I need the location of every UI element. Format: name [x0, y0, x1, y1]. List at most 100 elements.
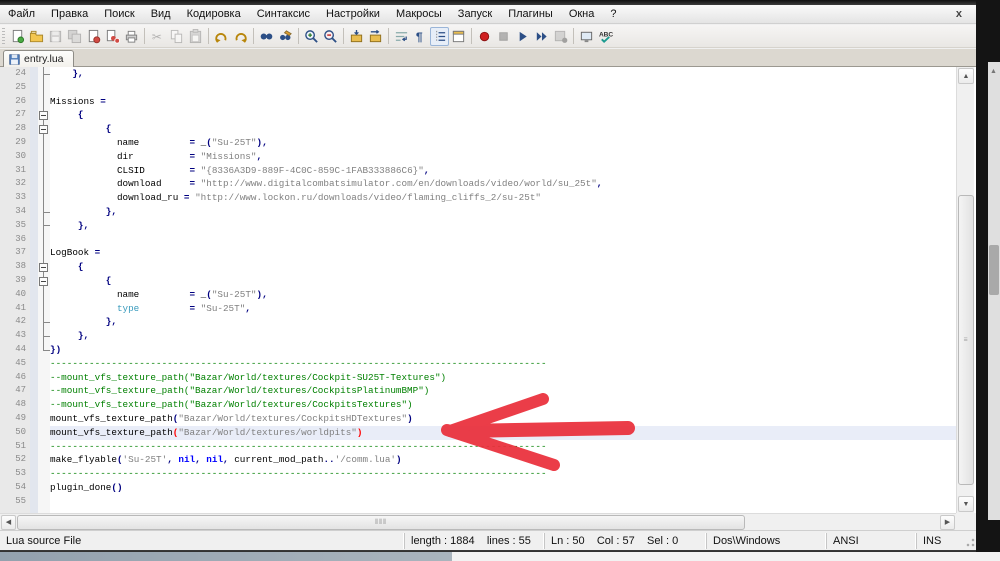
code-line: type = "Su-25T", [50, 302, 956, 316]
scroll-right-button[interactable]: ▶ [940, 515, 955, 530]
status-encoding[interactable]: ANSI [827, 532, 917, 549]
menu-item-11[interactable]: Окна [561, 6, 603, 22]
code-token: mount_vfs_texture_path [50, 426, 173, 438]
run-macro-multiple-button[interactable] [532, 27, 551, 46]
paste-button[interactable] [186, 27, 205, 46]
line-number: 24 [15, 68, 26, 78]
menu-item-8[interactable]: Макросы [388, 6, 450, 22]
fold-margin[interactable] [38, 67, 50, 513]
open-file-button[interactable] [27, 27, 46, 46]
fold-marker-tick [38, 329, 50, 343]
undo-button[interactable] [212, 27, 231, 46]
code-token: "Bazar/World/textures/CockpitsHDTextures… [178, 413, 408, 424]
menu-item-7[interactable]: Настройки [318, 6, 388, 22]
vertical-scroll-thumb[interactable]: ≡ [958, 195, 974, 485]
code-token: CLSID [50, 164, 190, 176]
fold-marker-line [38, 232, 50, 247]
line-number: 28 [15, 123, 26, 134]
code-token: download_ru [50, 192, 184, 204]
menu-item-3[interactable]: Поиск [96, 6, 142, 22]
status-doc-type: Lua source File [0, 532, 405, 549]
code-token: "http://www.lockon.ru/downloads/video/fl… [195, 192, 541, 204]
menu-item-10[interactable]: Плагины [500, 6, 561, 22]
save-button[interactable] [46, 27, 65, 46]
copy-button[interactable] [167, 27, 186, 46]
scroll-left-button[interactable]: ◀ [1, 515, 16, 530]
code-token: type [50, 302, 140, 314]
zoom-out-button[interactable] [321, 27, 340, 46]
code-line: name = _("Su-25T"), [50, 288, 956, 302]
record-macro-button[interactable] [475, 27, 494, 46]
new-file-button[interactable] [8, 27, 27, 46]
status-insert-mode[interactable]: INS [917, 533, 957, 549]
scroll-up-button[interactable]: ▲ [958, 68, 974, 84]
bookmark-margin[interactable] [30, 67, 38, 513]
menu-item-5[interactable]: Кодировка [179, 6, 249, 22]
menu-item-9[interactable]: Запуск [450, 6, 500, 22]
save-all-button[interactable] [65, 27, 84, 46]
document-monitor-button[interactable] [577, 27, 596, 46]
close-icon[interactable]: x [952, 8, 966, 20]
code-line: mount_vfs_texture_path("Bazar/World/text… [50, 412, 956, 426]
screen: Файл Правка Поиск Вид Кодировка Синтаксис Наст… [0, 0, 1000, 561]
code-token: "Su-25T" [211, 288, 257, 300]
document-monitor-icon [580, 31, 593, 42]
menu-item-2[interactable]: Правка [43, 6, 96, 22]
code-line: download = "http://www.digitalcombatsimu… [50, 177, 956, 191]
code-token: , [223, 454, 235, 466]
code-area[interactable]: }, Missions = { { name = _("Su-25T"), dir… [50, 67, 956, 513]
code-token: dir [50, 150, 190, 162]
menubar: Файл Правка Поиск Вид Кодировка Синтаксис Наст… [0, 5, 976, 24]
play-macro-button[interactable] [513, 27, 532, 46]
replace-button[interactable] [276, 27, 295, 46]
code-token: --mount_vfs_texture_path("Bazar/World/te… [50, 385, 430, 397]
resize-grip[interactable] [962, 533, 976, 548]
code-line: { [50, 108, 956, 122]
menu-item-4[interactable]: Вид [143, 6, 179, 22]
menu-item-12[interactable]: ? [602, 6, 624, 22]
stop-macro-button[interactable] [494, 27, 513, 46]
code-token: }, [50, 316, 117, 328]
user-defined-dialog-button[interactable] [449, 27, 468, 46]
sync-vertical-scroll-button[interactable] [347, 27, 366, 46]
cut-button[interactable]: ✂ [148, 27, 167, 46]
code-token: , [423, 164, 430, 176]
close-document-button[interactable] [84, 27, 103, 46]
code-token: download [50, 178, 190, 190]
fold-marker-box[interactable] [38, 108, 50, 123]
code-token: = [189, 288, 201, 300]
word-wrap-button[interactable] [392, 27, 411, 46]
sync-horizontal-scroll-button[interactable] [366, 27, 385, 46]
show-all-characters-button[interactable]: ¶ [411, 27, 430, 46]
print-button[interactable] [122, 27, 141, 46]
play-macro-icon [519, 31, 527, 41]
spell-check-button[interactable]: ABC [596, 27, 615, 46]
close-all-documents-button[interactable] [103, 27, 122, 46]
code-line: }, [50, 315, 956, 329]
scroll-down-button[interactable]: ▼ [958, 496, 974, 512]
fold-marker-tick [38, 205, 50, 219]
zoom-in-button[interactable] [302, 27, 321, 46]
redo-button[interactable] [231, 27, 250, 46]
fold-marker-box[interactable] [38, 260, 50, 274]
menu-item-1[interactable]: Файл [0, 6, 43, 22]
tab-entry-lua[interactable]: entry.lua [3, 50, 74, 67]
desktop-wallpaper-sliver [0, 552, 452, 561]
fold-marker-line [38, 149, 50, 164]
line-number: 48 [15, 399, 26, 410]
line-number: 45 [15, 357, 26, 368]
code-token: = [189, 302, 201, 314]
fold-marker-box[interactable] [38, 274, 50, 288]
menu-item-6[interactable]: Синтаксис [249, 6, 318, 22]
code-line: CLSID = "{8336A3D9-889F-4C0C-859C-1FAB33… [50, 164, 956, 178]
code-token: , [245, 302, 251, 314]
find-button[interactable] [257, 27, 276, 46]
show-indent-guide-button[interactable] [430, 26, 449, 46]
fold-marker-box[interactable] [38, 122, 50, 136]
horizontal-scroll-thumb[interactable]: ⦀⦀⦀ [17, 515, 745, 530]
status-eol-format[interactable]: Dos\Windows [707, 532, 827, 549]
fold-marker-corner [38, 343, 50, 357]
toolbar-separator [144, 28, 145, 44]
save-macro-button[interactable] [551, 27, 570, 46]
fold-marker-line [38, 80, 50, 95]
